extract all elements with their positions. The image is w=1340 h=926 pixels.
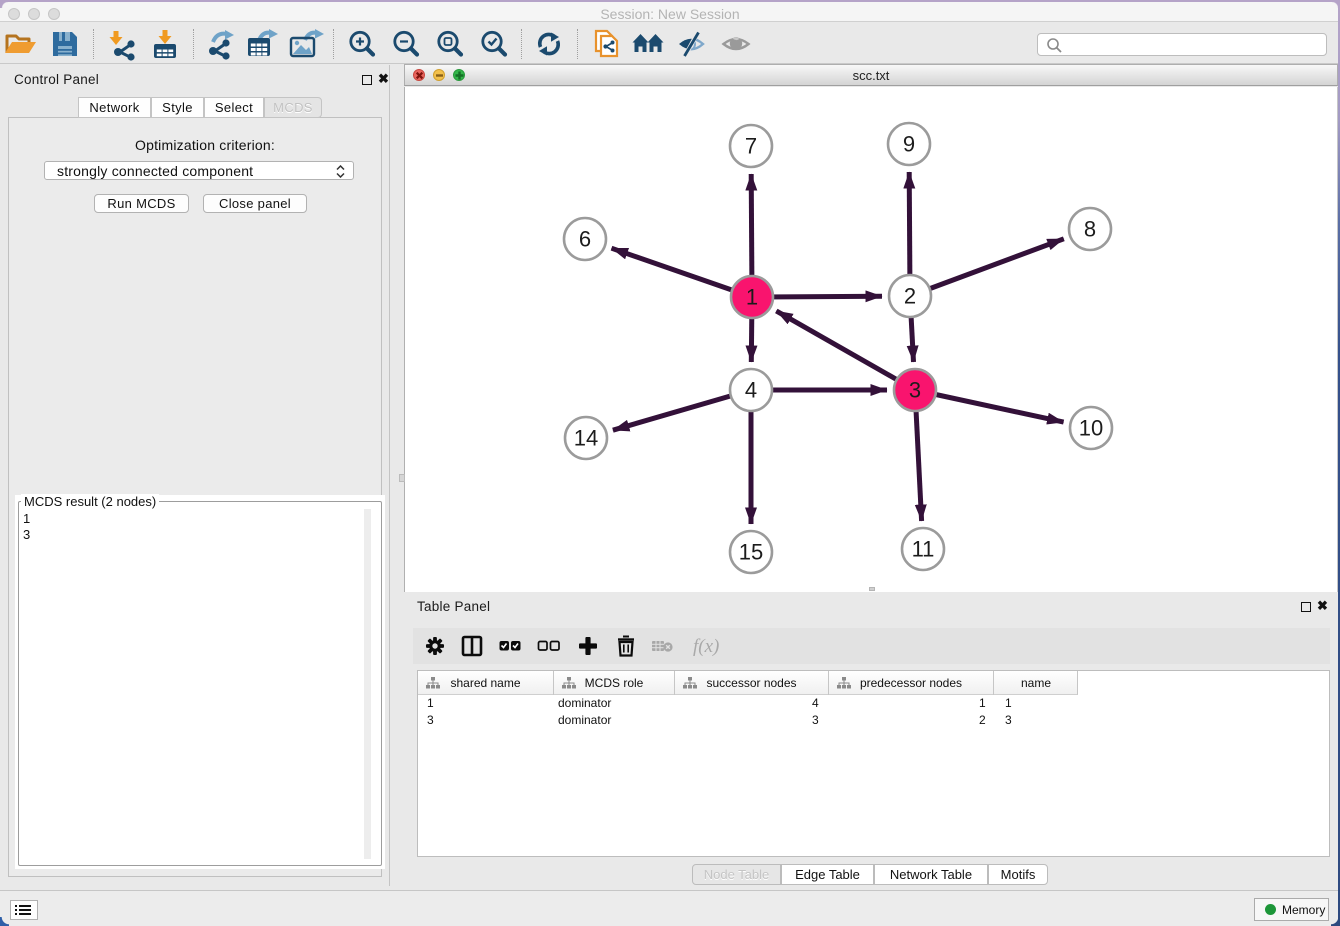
svg-text:1: 1 xyxy=(746,285,758,310)
svg-text:10: 10 xyxy=(1079,416,1103,441)
svg-text:9: 9 xyxy=(903,132,915,157)
svg-text:7: 7 xyxy=(745,134,757,159)
svg-text:3: 3 xyxy=(909,378,921,403)
svg-text:8: 8 xyxy=(1084,217,1096,242)
svg-text:2: 2 xyxy=(904,284,916,309)
svg-text:f(x): f(x) xyxy=(693,636,719,657)
svg-text:15: 15 xyxy=(739,540,763,565)
svg-text:14: 14 xyxy=(574,426,598,451)
svg-text:4: 4 xyxy=(745,378,757,403)
svg-text:11: 11 xyxy=(912,537,935,562)
svg-text:6: 6 xyxy=(579,227,591,252)
